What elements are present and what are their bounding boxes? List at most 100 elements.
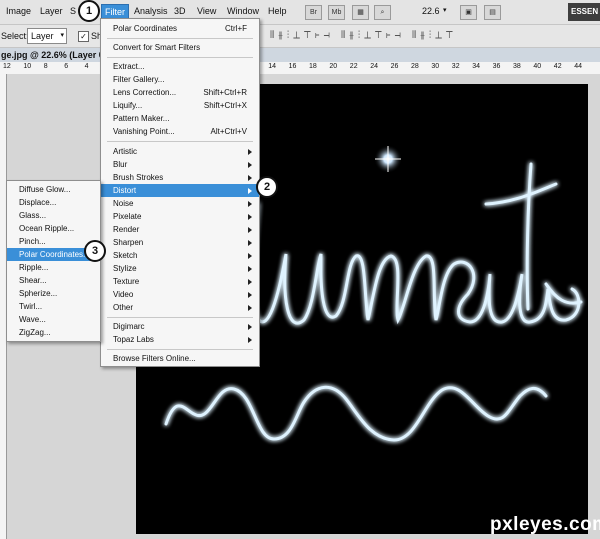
menu-image[interactable]: Image	[6, 6, 31, 16]
select-dropdown[interactable]: Layer ▾	[27, 28, 67, 44]
filter-liquify[interactable]: Liquify... Shift+Ctrl+X	[101, 99, 259, 112]
filter-menu: Polar Coordinates Ctrl+F Convert for Smar…	[100, 18, 260, 367]
screen-mode-icon[interactable]: ▣	[460, 5, 477, 20]
menu-window[interactable]: Window	[227, 6, 259, 16]
filter-other[interactable]: Other	[101, 301, 259, 314]
submenu-arrow-icon	[248, 253, 252, 259]
select-dropdown-value: Layer	[31, 31, 54, 41]
step-badge-2: 2	[256, 176, 278, 198]
ruler-tick-label: 26	[390, 63, 399, 70]
document-tab[interactable]: ge.jpg @ 22.6% (Layer 0	[0, 48, 600, 63]
ruler-tick-label: 40	[533, 63, 542, 70]
menu-help[interactable]: Help	[268, 6, 287, 16]
ruler-tick-label: 42	[553, 63, 562, 70]
show-checkbox[interactable]: ✓	[78, 31, 89, 42]
align-icons[interactable]: ⫴⫵⫶⊥⊤⊦⊣ ⫴⫵⫶⊥⊤⊦⊣ ⫴⫵⫶⊥⊤	[270, 30, 457, 41]
ruler-tick-label: 32	[451, 63, 460, 70]
grid-icon[interactable]: ▦	[352, 5, 369, 20]
filter-topaz-labs[interactable]: Topaz Labs	[101, 333, 259, 346]
menu-analysis[interactable]: Analysis	[134, 6, 168, 16]
menu-select[interactable]: S	[70, 6, 76, 16]
menu-divider	[107, 349, 253, 350]
filter-lens-correction[interactable]: Lens Correction... Shift+Ctrl+R	[101, 86, 259, 99]
filter-pixelate[interactable]: Pixelate	[101, 210, 259, 223]
menu-3d[interactable]: 3D	[174, 6, 186, 16]
ruler-tick-label: 28	[411, 63, 419, 70]
filter-texture[interactable]: Texture	[101, 275, 259, 288]
distort-ripple[interactable]: Ripple...	[7, 261, 100, 274]
submenu-arrow-icon	[248, 292, 252, 298]
document-title: ge.jpg @ 22.6% (Layer 0	[1, 50, 104, 60]
menu-divider	[107, 317, 253, 318]
ruler-tick-label: 14	[268, 63, 276, 70]
zoom-tool-icon[interactable]: ⌕	[374, 5, 391, 20]
ruler-tick-label: 16	[288, 63, 297, 70]
filter-stylize[interactable]: Stylize	[101, 262, 259, 275]
filter-browse-online[interactable]: Browse Filters Online...	[101, 352, 259, 365]
menu-divider	[107, 141, 253, 142]
distort-displace[interactable]: Displace...	[7, 196, 100, 209]
filter-gallery[interactable]: Filter Gallery...	[101, 73, 259, 86]
select-label: Select:	[1, 31, 29, 41]
arrange-icon[interactable]: ▤	[484, 5, 501, 20]
ruler-tick-label: 36	[492, 63, 501, 70]
filter-last-polar-coordinates[interactable]: Polar Coordinates Ctrl+F	[101, 22, 259, 35]
menu-divider	[107, 38, 253, 39]
chevron-down-icon: ▾	[60, 32, 64, 39]
distort-glass[interactable]: Glass...	[7, 209, 100, 222]
distort-wave[interactable]: Wave...	[7, 313, 100, 326]
ruler-tick-label: 4	[84, 63, 89, 70]
ruler-tick-label: 30	[431, 63, 440, 70]
submenu-arrow-icon	[248, 324, 252, 330]
filter-brush-strokes[interactable]: Brush Strokes	[101, 171, 259, 184]
distort-diffuse-glow[interactable]: Diffuse Glow...	[7, 183, 100, 196]
filter-vanishing-point[interactable]: Vanishing Point... Alt+Ctrl+V	[101, 125, 259, 138]
distort-spherize[interactable]: Spherize...	[7, 287, 100, 300]
ruler-tick-label: 24	[370, 63, 378, 70]
watermark: pxleyes.com	[490, 514, 600, 535]
step-badge-1: 1	[78, 0, 100, 22]
filter-extract[interactable]: Extract...	[101, 60, 259, 73]
ruler-tick-label: 34	[472, 63, 480, 70]
filter-blur[interactable]: Blur	[101, 158, 259, 171]
zoom-level[interactable]: 22.6	[422, 6, 440, 16]
minibridge-button[interactable]: Mb	[328, 5, 345, 20]
distort-shear[interactable]: Shear...	[7, 274, 100, 287]
menu-view[interactable]: View	[197, 6, 216, 16]
submenu-arrow-icon	[248, 305, 252, 311]
ruler-tick-label: 20	[329, 63, 338, 70]
distort-zigzag[interactable]: ZigZag...	[7, 326, 100, 339]
ruler-tick-label: 6	[64, 63, 69, 70]
filter-pattern-maker[interactable]: Pattern Maker...	[101, 112, 259, 125]
submenu-arrow-icon	[248, 201, 252, 207]
filter-digimarc[interactable]: Digimarc	[101, 320, 259, 333]
filter-distort[interactable]: Distort	[101, 184, 259, 197]
ruler-tick-label: 18	[309, 63, 317, 70]
bridge-button[interactable]: Br	[305, 5, 322, 20]
ruler-tick-label: 10	[23, 63, 32, 70]
zoom-dropdown-icon[interactable]: ▾	[443, 6, 447, 14]
filter-noise[interactable]: Noise	[101, 197, 259, 210]
ruler-tick-label: 8	[43, 63, 48, 70]
filter-video[interactable]: Video	[101, 288, 259, 301]
menu-layer[interactable]: Layer	[40, 6, 63, 16]
submenu-arrow-icon	[248, 214, 252, 220]
distort-twirl[interactable]: Twirl...	[7, 300, 100, 313]
workspace-button[interactable]: ESSEN	[568, 3, 600, 21]
step-badge-3: 3	[84, 240, 106, 262]
filter-sharpen[interactable]: Sharpen	[101, 236, 259, 249]
filter-render[interactable]: Render	[101, 223, 259, 236]
submenu-arrow-icon	[248, 149, 252, 155]
ruler-tick-label: 22	[349, 63, 358, 70]
filter-sketch[interactable]: Sketch	[101, 249, 259, 262]
filter-convert-smart-filters[interactable]: Convert for Smart Filters	[101, 41, 259, 54]
filter-artistic[interactable]: Artistic	[101, 145, 259, 158]
ruler-tick-label: 38	[513, 63, 521, 70]
ruler-tick-label: 44	[574, 63, 582, 70]
submenu-arrow-icon	[248, 279, 252, 285]
options-bar: Select: Layer ▾ ✓ Sho ⫴⫵⫶⊥⊤⊦⊣ ⫴⫵⫶⊥⊤⊦⊣ ⫴⫵…	[0, 25, 600, 48]
ruler-tick-label: 12	[3, 63, 11, 70]
distort-ocean-ripple[interactable]: Ocean Ripple...	[7, 222, 100, 235]
distort-submenu: Diffuse Glow... Displace... Glass... Oce…	[6, 180, 101, 342]
submenu-arrow-icon	[248, 175, 252, 181]
